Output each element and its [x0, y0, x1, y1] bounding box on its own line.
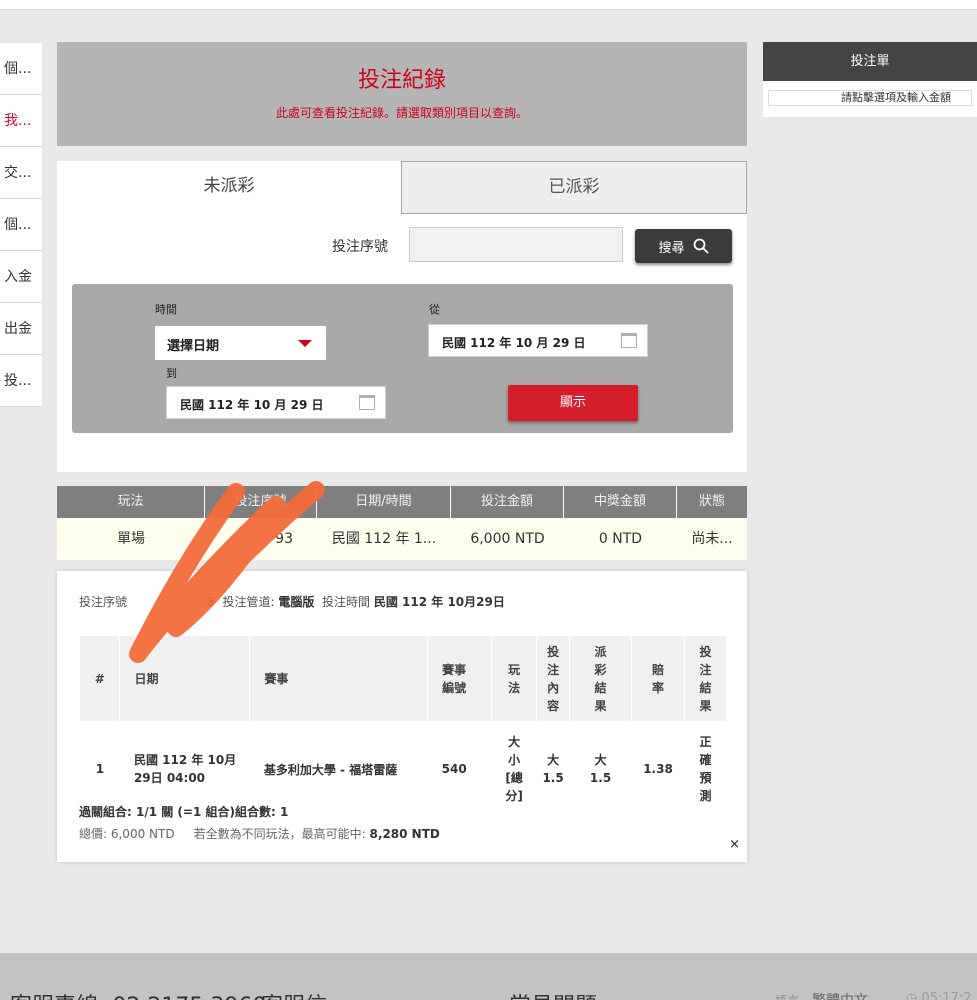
total-info: 總價: 6,000 NTD 若全數為不同玩法，最高可能中: 8,280 NTD: [79, 825, 440, 842]
date-type-value: 選擇日期: [167, 339, 220, 354]
bet-slip-hint: 請點擊選項及輸入金額: [768, 90, 972, 106]
td-payout: 大 1.5: [589, 753, 612, 785]
sidebar: 個... 我... 交... 個... 入金 出金 投...: [0, 43, 42, 407]
footer-clock: ◷ 05:17:2: [906, 991, 972, 1000]
results-header: 玩法 投注序號 日期/時間 投注金額 中獎金額 狀態: [57, 486, 747, 518]
bet-slip-title: 投注單: [763, 42, 977, 81]
search-section: 投注序號 搜尋 時間 選擇日期 從 民國 112 年 10 月 29 日 到 民…: [57, 214, 747, 472]
bet-detail-panel: 投注序號 3 投注管道: 電腦版 投注時間 民國 112 年 10月29日 # …: [57, 571, 747, 862]
bet-slip-body: 請點擊選項及輸入金額: [763, 81, 977, 117]
detail-table-header: # 日期 賽事 賽事 編號 玩 法 投 注 內 容 派 彩 結 果 賠 率 投 …: [80, 636, 728, 721]
page-title: 投注紀錄: [357, 68, 446, 93]
footer-faq[interactable]: 常見問題: [509, 988, 597, 1000]
tab-bar: 未派彩 已派彩: [57, 161, 747, 214]
date-type-select[interactable]: 選擇日期: [155, 326, 326, 360]
bet-slip: 投注單 請點擊選項及輸入金額: [763, 42, 977, 117]
results-table: 玩法 投注序號 日期/時間 投注金額 中獎金額 狀態 單場 93 民國 112 …: [57, 486, 747, 560]
from-date-value: 民國 112 年 10 月 29 日: [442, 336, 586, 350]
page-subtitle: 此處可查看投注紀錄。請選取類別項目以查詢。: [275, 106, 528, 120]
sidebar-item-bets[interactable]: 投...: [0, 355, 42, 407]
sidebar-item-profile[interactable]: 個...: [0, 43, 42, 95]
serial-input[interactable]: [409, 227, 623, 262]
col-prize: 中獎金額: [564, 486, 677, 518]
th-date: 日期: [119, 636, 251, 721]
col-datetime: 日期/時間: [317, 486, 451, 518]
sidebar-item-transactions[interactable]: 交...: [0, 147, 42, 199]
tab-unsettled[interactable]: 未派彩: [57, 161, 401, 214]
sidebar-item-personal[interactable]: 個...: [0, 199, 42, 251]
sidebar-item-my[interactable]: 我...: [0, 95, 42, 147]
col-serial: 投注序號: [205, 486, 317, 518]
td-bet: 大 1.5: [542, 753, 564, 785]
cell-play: 單場: [117, 531, 145, 547]
show-button[interactable]: 顯示: [508, 385, 638, 421]
from-date-field[interactable]: 民國 112 年 10 月 29 日: [428, 324, 648, 357]
footer-mail[interactable]: 客服信: [261, 988, 327, 1000]
calendar-icon[interactable]: [359, 395, 375, 410]
td-play: 大 小 [總 分]: [505, 735, 523, 803]
time-label: 時間: [155, 303, 177, 316]
close-icon[interactable]: ×: [729, 837, 740, 852]
max-win-note: 若全數為不同玩法，最高可能中:: [193, 827, 366, 841]
col-play: 玩法: [57, 486, 205, 518]
col-stake: 投注金額: [451, 486, 564, 518]
cell-stake: 6,000 NTD: [470, 531, 545, 547]
footer-hotline[interactable]: 客服專線: 02 2175 3960: [10, 988, 266, 1000]
cell-serial: 93: [275, 531, 293, 547]
footer-lang-label: 語言: [775, 992, 799, 1000]
th-result: 投 注 結 果: [684, 636, 728, 721]
footer-lang-select[interactable]: 繁體中文: [812, 990, 868, 1000]
th-bet: 投 注 內 容: [536, 636, 571, 721]
th-event: 賽事: [249, 636, 429, 721]
bet-detail-table: # 日期 賽事 賽事 編號 玩 法 投 注 內 容 派 彩 結 果 賠 率 投 …: [80, 636, 728, 817]
to-date-field[interactable]: 民國 112 年 10 月 29 日: [166, 386, 386, 419]
cell-status: 尚未...: [691, 531, 733, 547]
search-button[interactable]: 搜尋: [635, 229, 732, 263]
th-play: 玩 法: [491, 636, 538, 721]
sidebar-item-deposit[interactable]: 入金: [0, 251, 42, 303]
date-filter-panel: 時間 選擇日期 從 民國 112 年 10 月 29 日 到 民國 112 年 …: [72, 284, 733, 433]
from-label: 從: [429, 303, 440, 316]
detail-channel-value: 電腦版: [278, 595, 315, 609]
td-odds: 1.38: [643, 762, 673, 776]
detail-serial-label: 投注序號: [79, 595, 128, 609]
detail-time-label: 投注時間: [322, 595, 371, 609]
sidebar-item-withdraw[interactable]: 出金: [0, 303, 42, 355]
table-row[interactable]: 單場 93 民國 112 年 1... 6,000 NTD 0 NTD 尚未..…: [57, 518, 747, 560]
search-icon: [693, 238, 709, 254]
detail-time-value: 民國 112 年 10月29日: [373, 595, 505, 609]
caret-down-icon: [298, 340, 312, 347]
detail-channel-label: 投注管道: [222, 595, 271, 609]
footer: 客服專線: 02 2175 3960 客服信 常見問題 語言 繁體中文 ◷ 05…: [0, 953, 977, 1000]
td-event-no: 540: [441, 762, 467, 776]
cell-datetime: 民國 112 年 1...: [331, 531, 437, 547]
detail-serial-value: 3: [206, 595, 215, 609]
detail-meta: 投注序號 3 投注管道: 電腦版 投注時間 民國 112 年 10月29日: [79, 595, 505, 609]
total-price: 總價: 6,000 NTD: [79, 827, 175, 841]
page-header: 投注紀錄 此處可查看投注紀錄。請選取類別項目以查詢。: [57, 42, 747, 146]
to-date-value: 民國 112 年 10 月 29 日: [180, 398, 324, 412]
td-result: 正 確 預 測: [699, 735, 712, 803]
calendar-icon[interactable]: [621, 333, 637, 348]
combo-info: 過關組合: 1/1 關 (=1 組合)組合數: 1: [79, 805, 289, 819]
th-event-no: 賽事 編號: [427, 636, 493, 721]
top-bar: [0, 0, 977, 10]
th-odds: 賠 率: [631, 636, 685, 721]
th-payout: 派 彩 結 果: [569, 636, 633, 721]
cell-prize: 0 NTD: [598, 531, 643, 547]
th-no: #: [80, 636, 121, 721]
col-status: 狀態: [698, 494, 725, 509]
tab-settled[interactable]: 已派彩: [401, 161, 747, 214]
max-win-value: 8,280 NTD: [369, 827, 440, 841]
to-label: 到: [166, 367, 177, 380]
main-panel: 投注紀錄 此處可查看投注紀錄。請選取類別項目以查詢。 未派彩 已派彩 投注序號 …: [57, 42, 747, 862]
serial-label: 投注序號: [332, 239, 388, 255]
search-button-label: 搜尋: [658, 240, 685, 256]
